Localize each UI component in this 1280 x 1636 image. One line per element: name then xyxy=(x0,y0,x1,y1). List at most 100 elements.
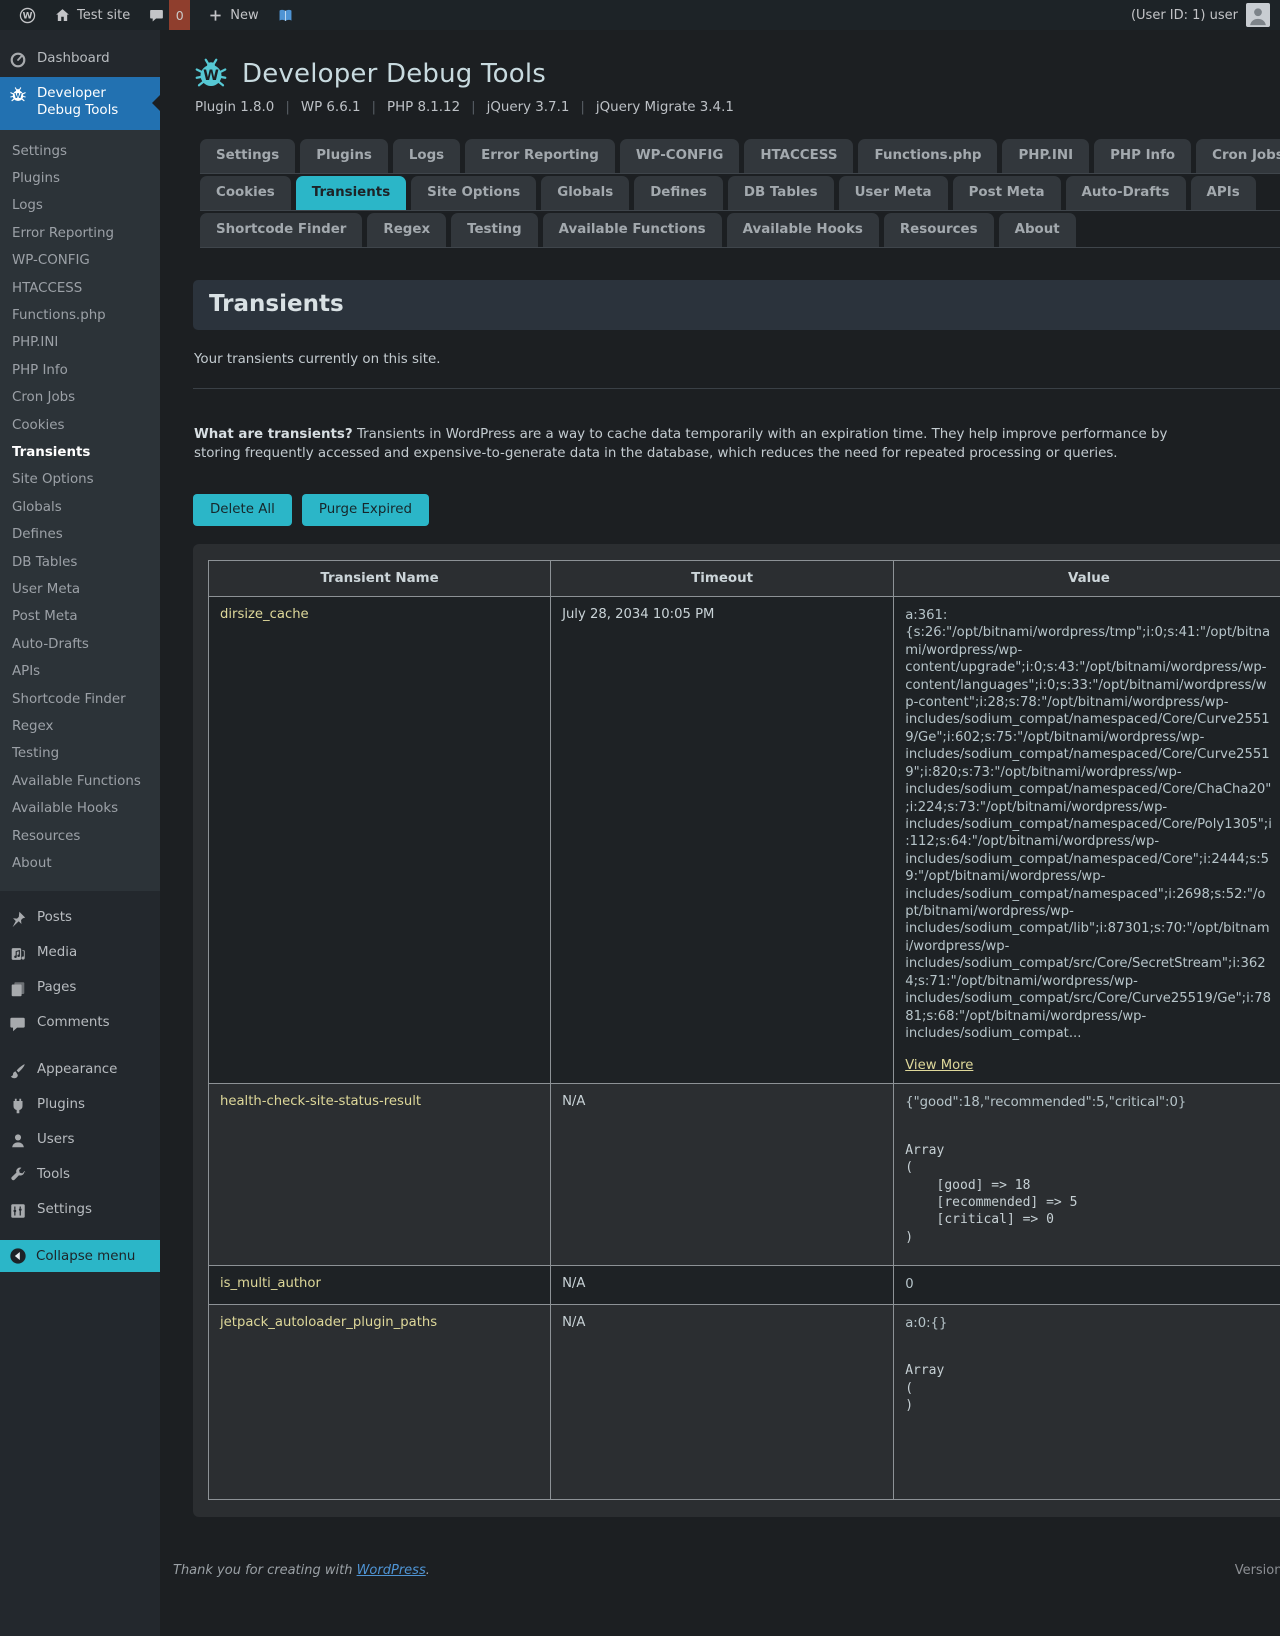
tab-defines[interactable]: Defines xyxy=(634,176,723,210)
sidebar-subitem-globals[interactable]: Globals xyxy=(0,494,160,521)
sidebar-subitem-about[interactable]: About xyxy=(0,850,160,877)
main-content: W Developer Debug Tools Plugin 1.8.0|WP … xyxy=(160,30,1280,1636)
sidebar-item-users[interactable]: Users xyxy=(0,1123,160,1158)
transient-name-cell: health-check-site-status-result xyxy=(209,1084,551,1266)
sidebar-subitem-defines[interactable]: Defines xyxy=(0,521,160,548)
divider xyxy=(193,388,1280,389)
sidebar-item-dashboard[interactable]: Dashboard xyxy=(0,42,160,77)
tab-post-meta[interactable]: Post Meta xyxy=(953,176,1061,210)
sidebar-subitem-cron-jobs[interactable]: Cron Jobs xyxy=(0,384,160,411)
sidebar-subitem-transients[interactable]: Transients xyxy=(0,439,160,466)
tab-resources[interactable]: Resources xyxy=(884,213,994,247)
comments-count-badge[interactable]: 0 xyxy=(169,0,190,30)
tab-testing[interactable]: Testing xyxy=(451,213,538,247)
tools-icon xyxy=(9,1167,27,1185)
sidebar-subitem-available-functions[interactable]: Available Functions xyxy=(0,768,160,795)
thanks-suffix: . xyxy=(426,1563,430,1578)
book-icon[interactable] xyxy=(268,0,303,30)
tab-error-reporting[interactable]: Error Reporting xyxy=(465,139,615,173)
sidebar-subitem-php-ini[interactable]: PHP.INI xyxy=(0,329,160,356)
tab-php-ini[interactable]: PHP.INI xyxy=(1002,139,1089,173)
sidebar-item-tools[interactable]: Tools xyxy=(0,1158,160,1193)
tab-about[interactable]: About xyxy=(999,213,1076,247)
value-cell: a:0:{}Array ( ) xyxy=(894,1304,1280,1499)
tab-php-info[interactable]: PHP Info xyxy=(1094,139,1191,173)
timeout-cell: N/A xyxy=(551,1084,894,1266)
tab-apis[interactable]: APIs xyxy=(1191,176,1256,210)
sidebar-subitem-testing[interactable]: Testing xyxy=(0,740,160,767)
sidebar-item-posts[interactable]: Posts xyxy=(0,901,160,936)
tab-user-meta[interactable]: User Meta xyxy=(839,176,948,210)
sidebar-item-label: Pages xyxy=(37,980,76,997)
wordpress-link[interactable]: WordPress xyxy=(357,1563,426,1578)
sidebar-subitem-plugins[interactable]: Plugins xyxy=(0,165,160,192)
sidebar-item-media[interactable]: Media xyxy=(0,936,160,971)
sidebar-item-settings[interactable]: Settings xyxy=(0,1193,160,1228)
delete-all-button[interactable]: Delete All xyxy=(193,494,292,526)
column-header-timeout: Timeout xyxy=(551,560,894,596)
sidebar-subitem-error-reporting[interactable]: Error Reporting xyxy=(0,220,160,247)
account-menu[interactable]: (User ID: 1) user xyxy=(1131,3,1272,27)
tab-available-hooks[interactable]: Available Hooks xyxy=(727,213,879,247)
view-more-link[interactable]: View More xyxy=(905,1058,973,1073)
actions: Delete All Purge Expired xyxy=(193,494,1280,526)
tab-htaccess[interactable]: HTACCESS xyxy=(744,139,853,173)
pages-icon xyxy=(9,980,27,998)
sidebar-subitem-auto-drafts[interactable]: Auto-Drafts xyxy=(0,631,160,658)
sidebar-item-appearance[interactable]: Appearance xyxy=(0,1053,160,1088)
tab-wp-config[interactable]: WP-CONFIG xyxy=(620,139,739,173)
tab-settings[interactable]: Settings xyxy=(200,139,295,173)
tab-site-options[interactable]: Site Options xyxy=(411,176,536,210)
users-icon xyxy=(9,1132,27,1150)
plugin-header: W Developer Debug Tools Plugin 1.8.0|WP … xyxy=(193,56,1280,115)
sidebar-subitem-wp-config[interactable]: WP-CONFIG xyxy=(0,247,160,274)
sidebar-subitem-db-tables[interactable]: DB Tables xyxy=(0,549,160,576)
tab-functions-php[interactable]: Functions.php xyxy=(858,139,997,173)
footer-thanks: Thank you for creating with WordPress. xyxy=(173,1563,430,1578)
new-button[interactable]: New xyxy=(198,0,267,30)
plugin-icon xyxy=(9,1097,27,1115)
purge-expired-button[interactable]: Purge Expired xyxy=(302,494,429,526)
tab-plugins[interactable]: Plugins xyxy=(300,139,388,173)
collapse-menu-button[interactable]: Collapse menu xyxy=(0,1240,160,1272)
tab-regex[interactable]: Regex xyxy=(367,213,446,247)
sidebar-subitem-cookies[interactable]: Cookies xyxy=(0,412,160,439)
sidebar-item-pages[interactable]: Pages xyxy=(0,971,160,1006)
collapse-label: Collapse menu xyxy=(36,1249,135,1264)
sidebar-item-comments[interactable]: Comments xyxy=(0,1006,160,1041)
tab-cron-jobs[interactable]: Cron Jobs xyxy=(1196,139,1280,173)
sidebar-subitem-htaccess[interactable]: HTACCESS xyxy=(0,275,160,302)
sidebar-subitem-user-meta[interactable]: User Meta xyxy=(0,576,160,603)
wordpress-logo-icon[interactable]: W xyxy=(10,0,45,30)
main-menu: PostsMedia Pages Comments AppearancePlugins… xyxy=(0,901,160,1228)
tab-auto-drafts[interactable]: Auto-Drafts xyxy=(1066,176,1186,210)
value-text: {"good":18,"recommended":5,"critical":0} xyxy=(905,1094,1273,1111)
sidebar-item-plugins[interactable]: Plugins xyxy=(0,1088,160,1123)
sidebar-subitem-post-meta[interactable]: Post Meta xyxy=(0,603,160,630)
tab-db-tables[interactable]: DB Tables xyxy=(728,176,834,210)
sidebar-subitem-php-info[interactable]: PHP Info xyxy=(0,357,160,384)
sidebar-subitem-site-options[interactable]: Site Options xyxy=(0,466,160,493)
tab-cookies[interactable]: Cookies xyxy=(200,176,291,210)
sidebar-subitem-shortcode-finder[interactable]: Shortcode Finder xyxy=(0,686,160,713)
tab-transients[interactable]: Transients xyxy=(296,176,406,210)
comments-bubble-icon[interactable] xyxy=(139,0,169,30)
sidebar-subitem-apis[interactable]: APIs xyxy=(0,658,160,685)
sidebar-subitem-regex[interactable]: Regex xyxy=(0,713,160,740)
sidebar-subitem-resources[interactable]: Resources xyxy=(0,823,160,850)
tab-globals[interactable]: Globals xyxy=(541,176,629,210)
sidebar-subitem-logs[interactable]: Logs xyxy=(0,192,160,219)
tab-available-functions[interactable]: Available Functions xyxy=(543,213,722,247)
sidebar-item-developer-debug-tools[interactable]: W Developer Debug Tools xyxy=(0,77,160,130)
sidebar-subitem-functions-php[interactable]: Functions.php xyxy=(0,302,160,329)
tab-logs[interactable]: Logs xyxy=(393,139,460,173)
sidebar-subitem-settings[interactable]: Settings xyxy=(0,138,160,165)
transient-name-cell: jetpack_autoloader_plugin_paths xyxy=(209,1304,551,1499)
plugin-meta: Plugin 1.8.0|WP 6.6.1|PHP 8.1.12|jQuery … xyxy=(195,100,1280,115)
site-name-link[interactable]: Test site xyxy=(45,0,139,30)
value-text: a:0:{} xyxy=(905,1315,1273,1332)
tab-shortcode-finder[interactable]: Shortcode Finder xyxy=(200,213,362,247)
sidebar-subitem-available-hooks[interactable]: Available Hooks xyxy=(0,795,160,822)
meta-separator: | xyxy=(580,100,585,115)
table-row-is-multi-author: is_multi_authorN/A0 xyxy=(209,1266,1280,1304)
